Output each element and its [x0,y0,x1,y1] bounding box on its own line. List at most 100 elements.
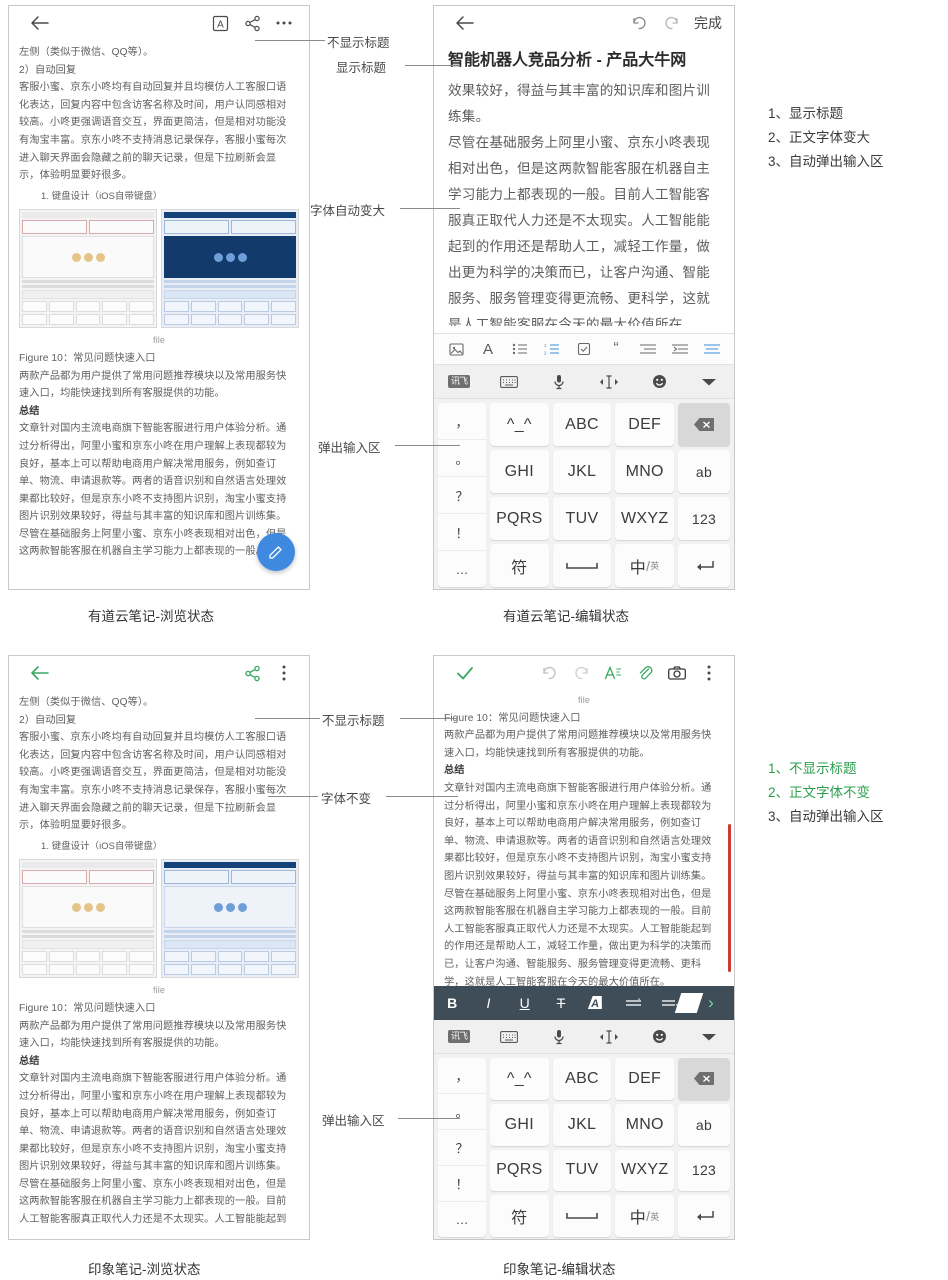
strikethrough-icon[interactable]: T [543,995,579,1011]
key-ghi[interactable]: GHI [490,450,549,493]
key-comma[interactable]: ， [438,403,486,440]
image-icon[interactable] [444,337,468,361]
key-abc[interactable]: ABC [552,1058,612,1100]
keyboard-9key[interactable]: ， 。 ？ ！ … ^_^ ABC DEF GHI JKL MNO ab PQR… [434,399,734,589]
ime-function-row[interactable]: 讯飞 [434,1020,734,1054]
delete-icon[interactable] [678,403,731,446]
note-title[interactable]: 智能机器人竞品分析 - 产品大牛网 [448,46,720,76]
bullet-list-icon[interactable]: ≡ [615,997,651,1009]
screenshot-thumbnails[interactable] [19,859,299,979]
cursor-move-icon[interactable] [594,1025,624,1049]
collapse-icon[interactable] [694,1025,724,1049]
xunfei-logo-icon[interactable]: 讯飞 [444,1025,474,1049]
key-pqrs[interactable]: PQRS [490,497,549,540]
delete-icon[interactable] [678,1058,731,1100]
font-icon[interactable]: A [476,337,500,361]
chevron-right-icon[interactable]: › [688,993,734,1013]
highlight-icon[interactable]: A [579,994,615,1012]
font-size-icon[interactable]: A [207,10,233,36]
keyboard-icon[interactable] [494,1025,524,1049]
more-vertical-icon[interactable] [271,660,297,686]
key-comma[interactable]: ， [438,1058,486,1094]
paperclip-icon[interactable] [632,660,658,686]
screenshot-thumbnails[interactable] [19,209,299,329]
scrollbar-thumb[interactable] [728,824,731,972]
indent-decrease-icon[interactable] [636,337,660,361]
undo-icon[interactable] [536,660,562,686]
bullet-list-icon[interactable] [508,337,532,361]
emoji-icon[interactable] [644,1025,674,1049]
quote-icon[interactable]: “ [604,337,628,361]
check-icon[interactable] [452,660,478,686]
key-zh-en[interactable]: 中 / 英 [615,544,675,587]
key-mno[interactable]: MNO [615,1103,675,1146]
undo-icon[interactable] [626,10,652,36]
youdao-edit-content[interactable]: 智能机器人竞品分析 - 产品大牛网 效果较好，得益与其丰富的知识库和图片训 练集… [434,40,734,326]
thumbnail-ios-dark[interactable] [161,209,299,329]
key-symbol[interactable]: 符 [490,1195,549,1237]
enter-icon[interactable] [678,544,731,587]
redo-icon[interactable] [568,660,594,686]
key-jkl[interactable]: JKL [552,450,612,493]
key-tuv[interactable]: TUV [552,1149,612,1192]
bold-icon[interactable]: B [434,995,470,1011]
emoji-icon[interactable] [644,370,674,394]
key-tuv[interactable]: TUV [552,497,612,540]
punctuation-column[interactable]: ， 。 ？ ！ … [438,1058,486,1237]
ime-function-row[interactable]: 讯飞 [434,365,734,399]
numbered-list-icon[interactable]: 12 [540,337,564,361]
more-icon[interactable] [271,10,297,36]
camera-icon[interactable] [664,660,690,686]
indent-increase-icon[interactable] [668,337,692,361]
key-def[interactable]: DEF [615,403,675,446]
key-question[interactable]: ？ [438,477,486,514]
space-icon[interactable] [552,1195,612,1237]
align-icon[interactable] [700,337,724,361]
key-emoticon[interactable]: ^_^ [490,403,549,446]
key-abc[interactable]: ABC [552,403,612,446]
yinxiang-format-toolbar[interactable]: B I U T A ≡ ¶ › [434,986,734,1020]
cursor-move-icon[interactable] [594,370,624,394]
key-emoticon[interactable]: ^_^ [490,1058,549,1100]
key-pqrs[interactable]: PQRS [490,1149,549,1192]
space-icon[interactable] [552,544,612,587]
thumbnail-ios-alt[interactable] [161,859,299,979]
key-ellipsis[interactable]: … [438,551,486,587]
keyboard-9key[interactable]: ， 。 ？ ！ … ^_^ ABC DEF GHI JKL MNO ab PQR… [434,1054,734,1239]
key-jkl[interactable]: JKL [552,1103,612,1146]
back-arrow-icon[interactable] [27,660,53,686]
yinxiang-edit-content[interactable]: file Figure 10：常见问题快速入口 两款产品都为用户提供了常用问题推… [434,690,734,991]
underline-icon[interactable]: U [507,995,543,1011]
key-def[interactable]: DEF [615,1058,675,1100]
key-123[interactable]: 123 [678,1149,731,1192]
share-icon[interactable] [239,660,265,686]
microphone-icon[interactable] [544,1025,574,1049]
key-ellipsis[interactable]: … [438,1202,486,1237]
thumbnail-ios-light[interactable] [19,209,157,329]
punctuation-column[interactable]: ， 。 ？ ！ … [438,403,486,587]
microphone-icon[interactable] [544,370,574,394]
key-ab[interactable]: ab [678,1103,731,1146]
edit-pencil-icon[interactable] [257,533,295,571]
checkbox-list-icon[interactable] [572,337,596,361]
thumbnail-ios-light[interactable] [19,859,157,979]
more-vertical-icon[interactable] [696,660,722,686]
redo-icon[interactable] [658,10,684,36]
back-arrow-icon[interactable] [27,10,53,36]
italic-icon[interactable]: I [470,995,506,1011]
key-wxyz[interactable]: WXYZ [615,497,675,540]
key-symbol[interactable]: 符 [490,544,549,587]
key-exclaim[interactable]: ！ [438,1166,486,1202]
key-123[interactable]: 123 [678,497,731,540]
key-zh-en[interactable]: 中 / 英 [615,1195,675,1237]
enter-icon[interactable] [678,1195,731,1237]
collapse-icon[interactable] [694,370,724,394]
xunfei-logo-icon[interactable]: 讯飞 [444,370,474,394]
key-question[interactable]: ？ [438,1130,486,1166]
key-exclaim[interactable]: ！ [438,514,486,551]
back-arrow-icon[interactable] [452,10,478,36]
youdao-format-toolbar[interactable]: A 12 “ [434,333,734,365]
key-wxyz[interactable]: WXYZ [615,1149,675,1192]
key-period[interactable]: 。 [438,1094,486,1130]
font-format-icon[interactable] [600,660,626,686]
